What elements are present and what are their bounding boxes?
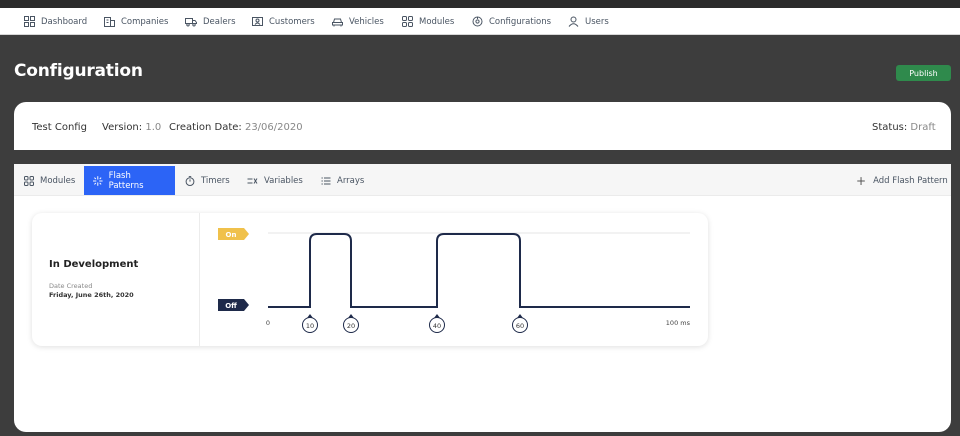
on-level-tag: On bbox=[218, 228, 249, 240]
patterns-panel: Modules Flash Patterns Timers Variables … bbox=[14, 164, 951, 432]
top-navigation: Dashboard Companies Dealers Customers Ve… bbox=[0, 8, 960, 35]
tab-label: Variables bbox=[264, 175, 303, 186]
add-flash-pattern-button[interactable]: + Add Flash Pattern bbox=[856, 166, 948, 195]
off-level-tag: Off bbox=[218, 299, 249, 311]
config-version: Version: 1.0 bbox=[102, 122, 161, 133]
marker-label: 20 bbox=[347, 322, 355, 330]
plus-icon: + bbox=[856, 173, 867, 188]
page-title: Configuration bbox=[14, 61, 143, 81]
variables-icon bbox=[247, 177, 258, 184]
nav-label: Dashboard bbox=[41, 16, 88, 27]
modules-icon bbox=[402, 16, 413, 27]
pattern-date-label: Date Created bbox=[49, 282, 93, 290]
tab-timers[interactable]: Timers bbox=[176, 166, 239, 195]
nav-item-vehicles[interactable]: Vehicles bbox=[332, 8, 384, 35]
nav-item-users[interactable]: Users bbox=[568, 8, 609, 35]
nav-item-customers[interactable]: Customers bbox=[252, 8, 315, 35]
flash-pattern-card[interactable]: In Development Date Created Friday, June… bbox=[32, 213, 708, 346]
axis-end-label: 100 ms bbox=[666, 319, 691, 327]
tab-label: Timers bbox=[201, 175, 230, 186]
marker-label: 40 bbox=[433, 322, 441, 330]
version-label: Version: bbox=[102, 122, 143, 133]
car-icon bbox=[332, 18, 343, 27]
nav-label: Customers bbox=[269, 16, 315, 27]
tab-modules[interactable]: Modules bbox=[15, 166, 84, 195]
modules-icon bbox=[24, 175, 34, 186]
nav-item-modules[interactable]: Modules bbox=[402, 8, 454, 35]
creation-date-label: Creation Date: bbox=[169, 122, 242, 133]
status-label: Status: bbox=[872, 122, 908, 133]
nav-item-dealers[interactable]: Dealers bbox=[185, 8, 236, 35]
tab-bar: Modules Flash Patterns Timers Variables … bbox=[14, 164, 951, 196]
config-creation-date: Creation Date: 23/06/2020 bbox=[169, 122, 303, 133]
marker-60[interactable]: 60 bbox=[512, 314, 528, 333]
truck-icon bbox=[185, 18, 197, 27]
pattern-info: In Development Date Created Friday, June… bbox=[32, 213, 200, 346]
nav-item-companies[interactable]: Companies bbox=[104, 8, 168, 35]
id-card-icon bbox=[252, 17, 263, 26]
version-value: 1.0 bbox=[145, 122, 162, 133]
axis-start-label: 0 bbox=[266, 319, 270, 327]
marker-label: 10 bbox=[306, 322, 314, 330]
pattern-name: In Development bbox=[49, 259, 139, 270]
tab-label: Arrays bbox=[337, 175, 365, 186]
sparkle-icon bbox=[93, 175, 103, 186]
creation-date-value: 23/06/2020 bbox=[244, 122, 303, 133]
config-status: Status: Draft bbox=[872, 122, 936, 133]
nav-label: Dealers bbox=[203, 16, 236, 27]
nav-label: Companies bbox=[121, 16, 169, 27]
nav-label: Configurations bbox=[489, 16, 552, 27]
nav-label: Modules bbox=[419, 16, 455, 27]
nav-item-dashboard[interactable]: Dashboard bbox=[24, 8, 87, 35]
off-level-label: Off bbox=[225, 302, 237, 310]
tab-variables[interactable]: Variables bbox=[238, 166, 312, 195]
waveform-line bbox=[268, 233, 690, 308]
nav-label: Users bbox=[585, 16, 609, 27]
config-info-card: Test Config Version: 1.0 Creation Date: … bbox=[14, 102, 951, 150]
building-icon bbox=[104, 17, 115, 27]
marker-label: 60 bbox=[516, 322, 524, 330]
list-icon bbox=[321, 177, 331, 184]
marker-20[interactable]: 20 bbox=[343, 314, 359, 333]
publish-button[interactable]: Publish bbox=[896, 65, 951, 81]
tab-label: Modules bbox=[40, 175, 76, 186]
status-value: Draft bbox=[910, 122, 936, 133]
window-top-strip bbox=[0, 0, 960, 8]
tab-label: Flash Patterns bbox=[108, 170, 144, 191]
marker-10[interactable]: 10 bbox=[302, 314, 318, 333]
on-level-label: On bbox=[226, 231, 237, 239]
add-flash-pattern-label: Add Flash Pattern bbox=[873, 175, 948, 186]
user-icon bbox=[568, 16, 579, 27]
flash-waveform: On Off 0 100 ms 10 20 40 60 bbox=[218, 228, 691, 333]
settings-icon bbox=[472, 16, 483, 27]
marker-40[interactable]: 40 bbox=[429, 314, 445, 333]
tab-arrays[interactable]: Arrays bbox=[312, 166, 373, 195]
config-name: Test Config bbox=[32, 122, 87, 133]
pattern-date-value: Friday, June 26th, 2020 bbox=[49, 291, 134, 299]
dashboard-icon bbox=[24, 16, 35, 27]
nav-label: Vehicles bbox=[349, 16, 384, 27]
nav-item-configurations[interactable]: Configurations bbox=[472, 8, 551, 35]
stopwatch-icon bbox=[185, 175, 195, 186]
tab-flash-patterns[interactable]: Flash Patterns bbox=[84, 166, 175, 195]
